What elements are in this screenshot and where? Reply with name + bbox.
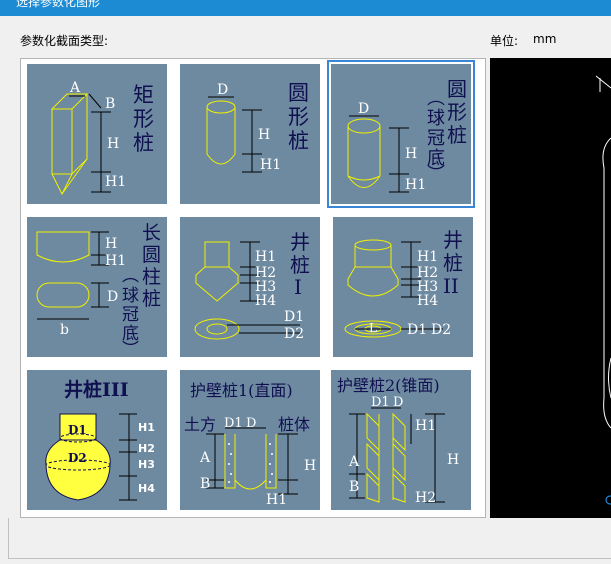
svg-text:圆: 圆	[142, 244, 161, 266]
svg-text:形: 形	[133, 107, 154, 131]
label-d: D	[217, 82, 228, 98]
svg-text:桩: 桩	[290, 253, 310, 277]
unit-label: 单位:	[490, 34, 519, 48]
tile-title: 护壁桩2(锥面)	[337, 376, 440, 395]
svg-text:冠: 冠	[427, 128, 445, 149]
label-d2: D2	[68, 451, 87, 465]
svg-text:桩: 桩	[447, 123, 467, 147]
label-h1: H1	[138, 421, 155, 434]
label-h: H	[304, 458, 316, 474]
tile-circular-pile[interactable]: D H H1 圆 形 桩	[180, 64, 320, 204]
section-type-label: 参数化截面类型:	[20, 34, 109, 48]
label-d1: D1	[371, 395, 390, 410]
svg-text:井: 井	[443, 228, 463, 252]
window-title: 选择参数化图形	[16, 0, 101, 9]
label-b: B	[105, 96, 115, 112]
tile-well-pile-2[interactable]: H1 H2 H3 H4 L D1 D2 井 桩 II	[333, 217, 473, 357]
tile-retaining-pile-1[interactable]: 护壁桩1(直面) 土方 D1 D 桩体 A B H H1	[180, 370, 320, 510]
svg-text:II: II	[443, 274, 459, 298]
tile-circular-pile-spherical-cap[interactable]: D H H1 圆 形 桩 ︵ 球 冠 底 ︶	[327, 60, 475, 208]
label-h1: H1	[255, 249, 276, 265]
label-d1: D1	[68, 423, 87, 437]
tile-title: 护壁桩1(直面)	[190, 381, 293, 400]
label-d1: D1	[284, 309, 304, 325]
label-b: B	[200, 476, 210, 492]
label-h2: H2	[138, 442, 155, 455]
label-h: H	[447, 452, 459, 468]
svg-text:矩: 矩	[133, 83, 154, 107]
label-h1: H1	[105, 174, 126, 190]
svg-text:︶: ︶	[427, 164, 445, 185]
label-h2: H2	[415, 490, 436, 506]
tile-well-pile-1[interactable]: H1 H2 H3 H4 D1 D2 井 桩 I	[180, 217, 320, 357]
svg-text:长: 长	[142, 222, 161, 244]
label-b: b	[60, 322, 69, 338]
label-h1: H1	[405, 177, 426, 193]
tile-rectangular-pile[interactable]: A B H H1 矩 形 桩	[27, 64, 167, 204]
preview-canvas	[490, 58, 611, 518]
label-h1: H1	[417, 249, 438, 265]
label-h4: H4	[138, 482, 155, 495]
svg-text:形: 形	[288, 105, 309, 129]
label-a: A	[69, 80, 81, 96]
svg-text:︵: ︵	[122, 266, 139, 286]
label-h1: H1	[415, 418, 436, 434]
label-a: A	[199, 450, 211, 466]
label-d1: D1	[224, 416, 243, 431]
svg-text:圆: 圆	[288, 81, 309, 105]
svg-text:井桩III: 井桩III	[64, 378, 129, 401]
header: 参数化截面类型: 单位: mm	[0, 16, 611, 58]
svg-text:球: 球	[427, 108, 445, 129]
footer	[0, 518, 611, 564]
svg-text:形: 形	[447, 100, 467, 124]
label-h1: H1	[266, 492, 287, 508]
label-h: H	[107, 136, 119, 152]
section-type-grid: A B H H1 矩 形 桩 D H H1 圆 形 桩 D H H1 圆 形 桩…	[20, 58, 486, 518]
label-b: B	[349, 479, 359, 495]
svg-text:球: 球	[122, 286, 139, 306]
tile-oblong-pile-spherical-cap[interactable]: H H1 D b 长 圆 柱 桩 ︵ 球 冠 底 ︶	[27, 217, 167, 357]
svg-text:桩: 桩	[142, 288, 161, 310]
label-h1: H1	[260, 157, 281, 173]
label-soil: 土方	[184, 415, 216, 434]
svg-text:桩: 桩	[288, 129, 309, 153]
label-h3: H3	[138, 458, 155, 471]
svg-text:︵: ︵	[427, 88, 445, 109]
title-bar: 选择参数化图形	[0, 0, 611, 16]
svg-text:桩: 桩	[443, 251, 463, 275]
svg-text:井: 井	[290, 230, 310, 254]
tile-well-pile-3[interactable]: 井桩III D1 D2 H1 H2 H3 H4	[27, 370, 167, 510]
svg-text:桩: 桩	[133, 131, 154, 155]
label-d: D	[358, 101, 369, 117]
unit-value: mm	[533, 32, 557, 46]
label-l: L	[369, 321, 377, 335]
label-d: D	[107, 289, 118, 305]
label-d: D	[246, 416, 256, 431]
svg-text:冠: 冠	[122, 305, 139, 325]
svg-text:柱: 柱	[142, 266, 161, 288]
svg-text:I: I	[294, 275, 302, 299]
svg-text:︶: ︶	[122, 340, 139, 357]
label-d1: D1	[407, 322, 427, 338]
tile-retaining-pile-2[interactable]: 护壁桩2(锥面) D1 D H1 A B H H2	[331, 370, 471, 510]
label-a: A	[348, 454, 360, 470]
label-h4: H4	[255, 293, 276, 309]
label-d2: D2	[431, 322, 451, 338]
label-h: H	[405, 146, 417, 162]
label-h: H	[105, 236, 117, 252]
svg-text:圆: 圆	[447, 77, 467, 101]
label-h: H	[258, 127, 270, 143]
label-pile-body: 桩体	[278, 415, 310, 434]
label-h4: H4	[417, 293, 438, 309]
label-d: D	[393, 395, 403, 410]
footer-frame	[8, 518, 611, 559]
label-d2: D2	[284, 326, 304, 342]
